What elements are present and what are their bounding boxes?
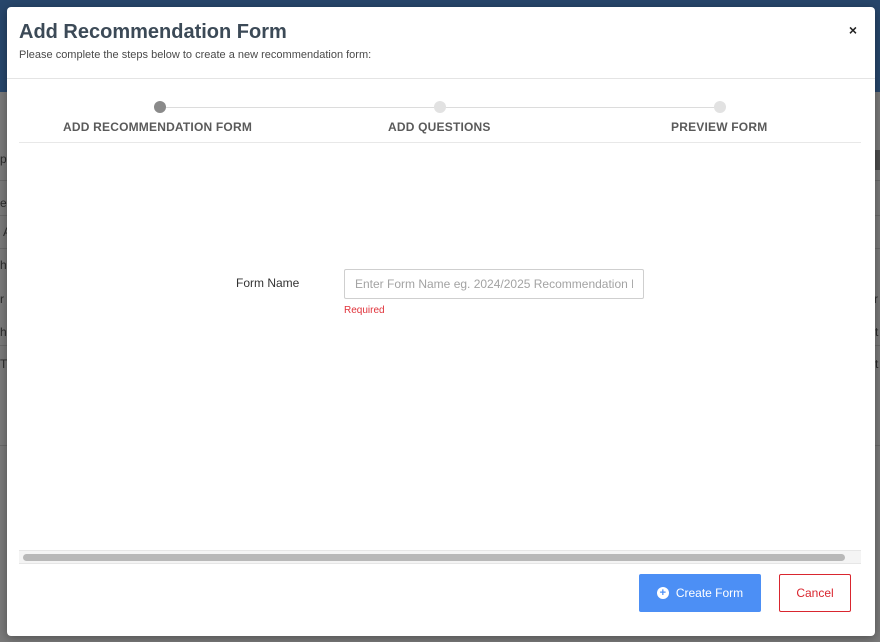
add-recommendation-form-modal: Add Recommendation Form Please complete … [7,7,875,636]
modal-subtitle: Please complete the steps below to creat… [19,49,372,61]
modal-header: Add Recommendation Form Please complete … [7,7,875,79]
close-icon[interactable]: × [845,22,861,38]
background-text-fragment: p [0,152,7,166]
plus-circle-icon: + [656,587,669,599]
background-text-fragment: e [0,196,7,210]
stepper: ADD RECOMMENDATION FORM ADD QUESTIONS PR… [19,91,861,143]
step-2-label: ADD QUESTIONS [388,120,491,134]
create-form-label: Create Form [675,586,744,600]
form-name-label: Form Name [236,276,300,290]
horizontal-scrollbar[interactable] [19,550,861,564]
background-text-fragment: r [0,292,4,306]
background-text-fragment: t [875,325,879,339]
modal-title: Add Recommendation Form [19,21,287,43]
scrollbar-thumb[interactable] [23,554,845,561]
background-text-fragment: h [0,325,7,339]
step-3-indicator [714,101,726,113]
background-text-fragment: h [0,258,7,272]
required-error: Required [344,305,385,316]
step-1-indicator [154,101,166,113]
cancel-button[interactable]: Cancel [779,574,851,612]
step-1-label: ADD RECOMMENDATION FORM [63,120,253,134]
step-3-label: PREVIEW FORM [671,120,768,134]
step-2-indicator [434,101,446,113]
form-name-input[interactable] [344,269,644,299]
background-text-fragment: t [875,357,879,371]
create-form-button[interactable]: + Create Form [639,574,761,612]
